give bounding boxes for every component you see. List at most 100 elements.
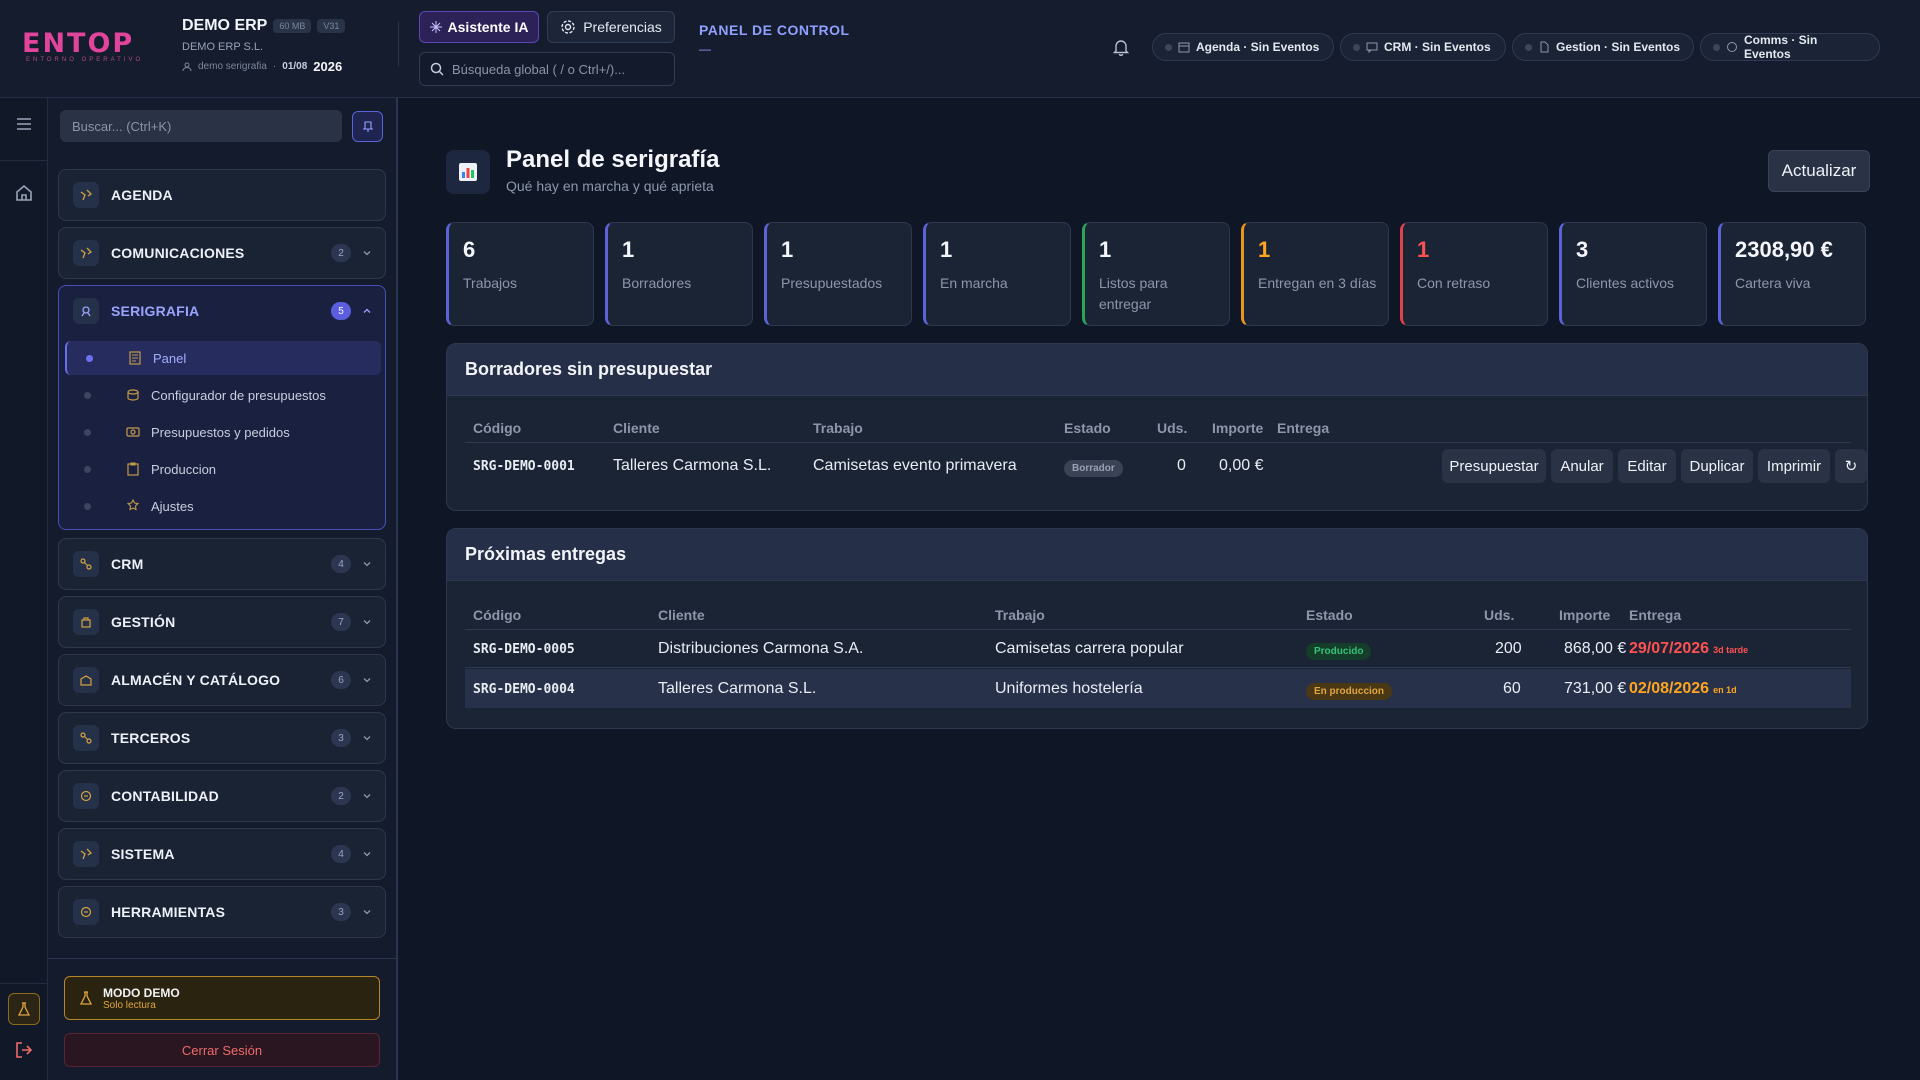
kpi-card[interactable]: 1 Listos para entregar (1082, 222, 1230, 326)
col-code: Código (473, 420, 522, 436)
preferences-label: Preferencias (583, 19, 662, 35)
top-header: ENTOP ENTORNO OPERATIVO DEMO ERP 60 MB V… (0, 0, 1920, 98)
nav-group-comunicaciones[interactable]: COMUNICACIONES 2 (58, 227, 386, 279)
kpi-card[interactable]: 1 Entregan en 3 días (1241, 222, 1389, 326)
page-subtitle: Qué hay en marcha y qué aprieta (506, 178, 714, 194)
current-year[interactable]: 2026 (313, 59, 342, 74)
refresh-button[interactable]: Actualizar (1768, 150, 1870, 192)
cancel-button[interactable]: Anular (1551, 449, 1613, 483)
col-delivery: Entrega (1277, 420, 1330, 436)
sparkle-icon (429, 21, 442, 33)
col-units: Uds. (1484, 607, 1515, 623)
brand-logo[interactable]: ENTOP ENTORNO OPERATIVO (22, 30, 144, 64)
nav-group-gestion[interactable]: GESTIÓN 7 (58, 596, 386, 648)
hamburger-icon[interactable] (14, 114, 34, 134)
nav-group-almacen[interactable]: ALMACÉN Y CATÁLOGO 6 (58, 654, 386, 706)
deliveries-card: Próximas entregas Código Cliente Trabajo… (446, 528, 1868, 729)
reload-row-button[interactable]: ↻ (1835, 449, 1867, 483)
nav-group-serigrafia: SERIGRAFIA 5 Panel Configurador de presu… (58, 285, 386, 530)
nav-group-count: 3 (331, 729, 351, 747)
nav-group-contabilidad[interactable]: CONTABILIDAD 2 (58, 770, 386, 822)
drafts-table: Código Cliente Trabajo Estado Uds. Impor… (465, 420, 1867, 500)
sidebar-search[interactable] (60, 110, 342, 142)
demo-mode-subtitle: Solo lectura (103, 999, 156, 1011)
duplicate-button[interactable]: Duplicar (1681, 449, 1753, 483)
nav-group-serigrafia-header[interactable]: SERIGRAFIA 5 (59, 286, 385, 336)
demo-mode-button[interactable] (8, 993, 40, 1025)
sidebar-divider (48, 958, 396, 959)
nav-group-sistema[interactable]: SISTEMA 4 (58, 828, 386, 880)
sub-item-ajustes[interactable]: Ajustes (65, 489, 381, 523)
active-dot (86, 354, 93, 362)
chevron-down-icon (363, 562, 371, 567)
status-pill-gestion[interactable]: Gestion · Sin Eventos (1512, 33, 1694, 61)
nav-group-count: 3 (331, 903, 351, 921)
cell-code: SRG-DEMO-0005 (473, 642, 575, 657)
kpi-card[interactable]: 1 En marcha (923, 222, 1071, 326)
status-dot (1165, 43, 1172, 51)
bell-icon[interactable] (1112, 38, 1130, 56)
sub-item-configurador[interactable]: Configurador de presupuestos (65, 378, 381, 412)
global-search-input[interactable] (452, 61, 662, 77)
global-search[interactable] (419, 52, 675, 86)
kpi-card[interactable]: 2308,90 € Cartera viva (1718, 222, 1866, 326)
user-icon (182, 62, 192, 71)
status-pill-comms[interactable]: Comms · Sin Eventos (1700, 33, 1880, 61)
delivery-date: 02/08/2026 (1629, 680, 1710, 697)
cell-units: 60 (1503, 680, 1521, 697)
cell-amount: 0,00 € (1219, 457, 1264, 474)
document-icon (1540, 41, 1549, 53)
nav-group-crm[interactable]: CRM 4 (58, 538, 386, 590)
edit-button[interactable]: Editar (1618, 449, 1676, 483)
cell-units: 0 (1177, 457, 1186, 474)
sub-item-presupuestos[interactable]: Presupuestos y pedidos (65, 415, 381, 449)
col-delivery: Entrega (1629, 607, 1682, 623)
clipboard-icon (127, 462, 139, 476)
kpi-card[interactable]: 1 Presupuestados (764, 222, 912, 326)
preferences-button[interactable]: Preferencias (547, 11, 675, 43)
system-icon (73, 841, 99, 867)
status-pill-agenda[interactable]: Agenda · Sin Eventos (1152, 33, 1334, 61)
kpi-card[interactable]: 3 Clientes activos (1559, 222, 1707, 326)
warehouse-icon (73, 667, 99, 693)
sub-item-produccion[interactable]: Produccion (65, 452, 381, 486)
agenda-icon (73, 182, 99, 208)
kpi-card[interactable]: 1 Con retraso (1400, 222, 1548, 326)
kpi-label: Cartera viva (1735, 275, 1811, 291)
printing-icon (73, 298, 99, 324)
chevron-down-icon (363, 620, 371, 625)
panel-control-link[interactable]: PANEL DE CONTROL (699, 22, 850, 38)
table-row[interactable]: SRG-DEMO-0004 Talleres Carmona S.L. Unif… (465, 669, 1851, 708)
print-button[interactable]: Imprimir (1758, 449, 1830, 483)
logout-icon[interactable] (14, 1040, 34, 1060)
chevron-down-icon (363, 794, 371, 799)
col-client: Cliente (658, 607, 705, 623)
nav-group-label: TERCEROS (111, 730, 191, 746)
nav-group-terceros[interactable]: TERCEROS 3 (58, 712, 386, 764)
coins-icon (127, 389, 139, 401)
icon-rail (0, 98, 48, 1080)
cell-delivery: 29/07/2026 3d tarde (1629, 640, 1748, 658)
sidebar: AGENDA COMUNICACIONES 2 SERIGRAFIA 5 Pan… (48, 98, 398, 1080)
kpi-label: Listos para entregar (1099, 275, 1168, 312)
size-badge: 60 MB (273, 19, 312, 33)
version-badge: V31 (317, 19, 346, 33)
pin-sidebar-button[interactable] (352, 111, 383, 142)
nav-group-herramientas[interactable]: HERRAMIENTAS 3 (58, 886, 386, 938)
sub-item-panel[interactable]: Panel (65, 341, 381, 375)
sidebar-search-input[interactable] (72, 118, 312, 134)
nav-group-count: 2 (331, 244, 351, 262)
kpi-card[interactable]: 6 Trabajos (446, 222, 594, 326)
status-pill-crm[interactable]: CRM · Sin Eventos (1340, 33, 1506, 61)
nav-group-label: CRM (111, 556, 144, 572)
nav-group-agenda[interactable]: AGENDA (58, 169, 386, 221)
cell-job: Camisetas evento primavera (813, 457, 1017, 474)
kpi-card[interactable]: 1 Borradores (605, 222, 753, 326)
home-icon[interactable] (14, 183, 34, 203)
separator-dot: · (272, 61, 277, 72)
table-row[interactable]: SRG-DEMO-0005 Distribuciones Carmona S.A… (465, 630, 1851, 668)
logout-button[interactable]: Cerrar Sesión (64, 1033, 380, 1067)
quote-button[interactable]: Presupuestar (1442, 449, 1546, 483)
ai-assistant-button[interactable]: Asistente IA (419, 11, 539, 43)
table-row[interactable]: SRG-DEMO-0001 Talleres Carmona S.L. Cami… (465, 443, 1867, 491)
